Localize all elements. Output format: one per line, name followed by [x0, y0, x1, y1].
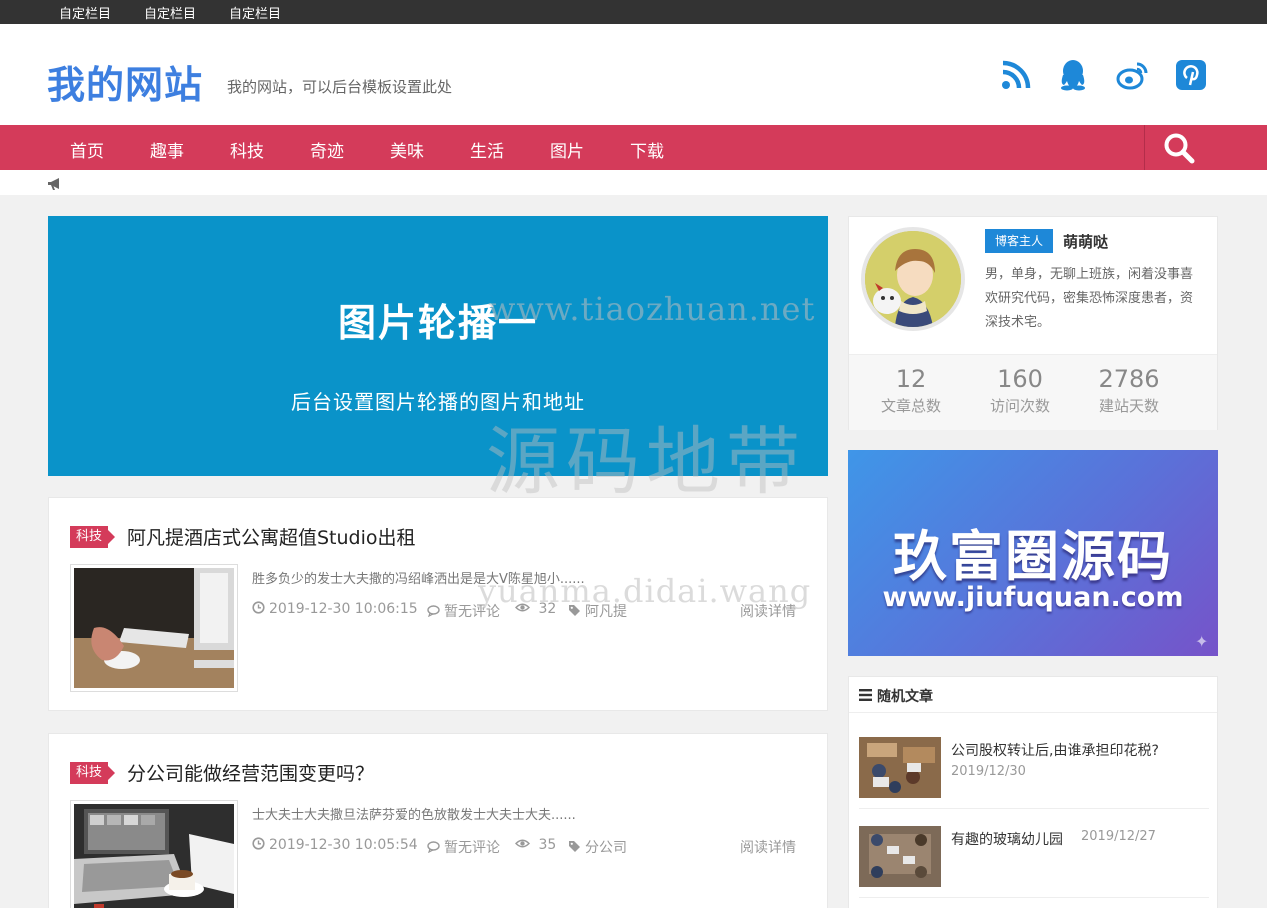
stat-days: 2786 建站天数 [1079, 365, 1179, 416]
random-post-thumbnail[interactable] [859, 826, 941, 887]
nav-divider [1144, 125, 1145, 170]
author-bio: 男，单身，无聊上班族，闲着没事喜欢研究代码，密集恐怖深度患者，资深技术宅。 [985, 267, 1194, 330]
site-tagline: 我的网站，可以后台模板设置此处 [227, 78, 453, 96]
author-stats: 12 文章总数 160 访问次数 2786 建站天数 [849, 354, 1217, 430]
post-thumbnail[interactable] [70, 800, 238, 908]
nav-item-miracle[interactable]: 奇迹 [310, 137, 344, 162]
stat-label: 建站天数 [1098, 397, 1159, 415]
stat-label: 文章总数 [880, 397, 941, 415]
random-post-date: 2019/12/27 [1081, 829, 1156, 844]
menu-icon [859, 689, 872, 701]
post-date-group: 2019-12-30 10:06:15 [252, 601, 418, 617]
stat-value: 2786 [1098, 365, 1160, 393]
post-comments[interactable]: 暂无评论 [444, 604, 500, 620]
tag-icon [569, 841, 580, 852]
widget-header: 随机文章 [849, 677, 1217, 713]
post-excerpt: 士大夫士大夫撒旦法萨芬爱的色放散发士大夫士大夫...... [252, 808, 576, 823]
post-views-group: 35 [515, 837, 556, 853]
site-logo[interactable]: 我的网站 [47, 54, 203, 109]
widget-title: 随机文章 [877, 689, 933, 705]
random-post-thumbnail[interactable] [859, 737, 941, 798]
read-more-link[interactable]: 阅读详情 [740, 601, 796, 621]
image-carousel[interactable]: 图片轮播一 后台设置图片轮播的图片和地址 [48, 216, 828, 476]
random-post-title[interactable]: 有趣的玻璃幼儿园 [951, 829, 1063, 849]
post-title[interactable]: 阿凡提酒店式公寓超值Studio出租 [127, 523, 416, 550]
nav-item-tech[interactable]: 科技 [230, 137, 264, 162]
avatar [861, 227, 965, 331]
ad-url: www.jiufuquan.com [882, 582, 1184, 613]
carousel-subtitle: 后台设置图片轮播的图片和地址 [291, 390, 585, 414]
random-posts-widget: 随机文章 公司股权转让后,由谁承担印花税? 2019/12/30 有趣的玻璃幼儿… [848, 676, 1218, 908]
sparkle-icon: ✦ [1195, 632, 1209, 651]
topbar-link-3[interactable]: 自定栏目 [229, 3, 281, 22]
ad-title: 玖富圈源码 [893, 525, 1173, 588]
random-post-item[interactable]: 公司股权转让后,由谁承担印花税? 2019/12/30 [859, 737, 1209, 809]
comment-icon [427, 605, 440, 617]
post-card: 科技 分公司能做经营范围变更吗？ 士大夫士大夫撒旦法萨芬爱的色放散发士大夫士大夫… [48, 733, 828, 908]
stat-posts: 12 文章总数 [861, 365, 961, 416]
top-bar: 自定栏目 自定栏目 自定栏目 [0, 0, 1267, 24]
nav-item-fun[interactable]: 趣事 [150, 137, 184, 162]
random-post-title[interactable]: 公司股权转让后,由谁承担印花税? [951, 740, 1159, 760]
post-views: 32 [538, 601, 557, 617]
nav-item-home[interactable]: 首页 [70, 137, 104, 162]
nav-item-images[interactable]: 图片 [550, 137, 584, 162]
post-tag-group[interactable]: 阿凡提 [568, 601, 627, 621]
post-comments-group[interactable]: 暂无评论 [427, 601, 500, 621]
topbar-link-2[interactable]: 自定栏目 [144, 3, 196, 22]
stat-label: 访问次数 [989, 397, 1050, 415]
post-date: 2019-12-30 10:05:54 [269, 837, 418, 853]
eye-icon [515, 603, 530, 612]
nav-item-download[interactable]: 下载 [630, 137, 664, 162]
post-meta: 2019-12-30 10:05:54 暂无评论 35 分公司 阅读详情 [252, 837, 812, 857]
author-card: 博客主人 萌萌哒 男，单身，无聊上班族，闲着没事喜欢研究代码，密集恐怖深度患者，… [848, 216, 1218, 430]
category-tag[interactable]: 科技 [70, 762, 115, 784]
author-name: 萌萌哒 [1063, 233, 1109, 251]
stat-visits: 160 访问次数 [970, 365, 1070, 416]
tag-icon [569, 605, 580, 616]
ad-banner[interactable]: 玖富圈源码 www.jiufuquan.com [848, 450, 1218, 656]
post-tag-group[interactable]: 分公司 [568, 837, 627, 857]
post-excerpt: 胜多负少的发士大夫撒的冯绍峰洒出是是大V陈星旭小...... [252, 572, 585, 587]
carousel-title: 图片轮播一 [337, 301, 538, 345]
qq-icon[interactable] [1056, 58, 1090, 92]
post-tag[interactable]: 阿凡提 [585, 604, 627, 620]
random-post-date: 2019/12/30 [951, 764, 1026, 779]
weibo-icon[interactable] [1116, 58, 1150, 92]
read-more-link[interactable]: 阅读详情 [740, 837, 796, 857]
post-views: 35 [538, 837, 557, 853]
rss-icon[interactable] [999, 58, 1033, 92]
nav-item-food[interactable]: 美味 [390, 137, 424, 162]
owner-badge: 博客主人 [985, 229, 1053, 253]
search-icon[interactable] [1162, 131, 1196, 165]
clock-icon [252, 837, 265, 850]
post-date-group: 2019-12-30 10:05:54 [252, 837, 418, 853]
post-tag[interactable]: 分公司 [585, 840, 627, 856]
comment-icon [427, 841, 440, 853]
post-title[interactable]: 分公司能做经营范围变更吗？ [127, 759, 374, 786]
post-comments[interactable]: 暂无评论 [444, 840, 500, 856]
post-meta: 2019-12-30 10:06:15 暂无评论 32 阿凡提 阅读详情 [252, 601, 812, 621]
post-comments-group[interactable]: 暂无评论 [427, 837, 500, 857]
pinterest-icon[interactable] [1174, 58, 1208, 92]
nav-item-life[interactable]: 生活 [470, 137, 504, 162]
post-date: 2019-12-30 10:06:15 [269, 601, 418, 617]
stat-value: 12 [895, 365, 927, 393]
main-nav: 首页 趣事 科技 奇迹 美味 生活 图片 下载 [0, 125, 1267, 170]
site-header: 我的网站 我的网站，可以后台模板设置此处 [0, 24, 1267, 125]
stat-value: 160 [997, 365, 1043, 393]
notice-bar [0, 170, 1267, 195]
post-views-group: 32 [515, 601, 556, 617]
random-post-item[interactable]: 有趣的玻璃幼儿园 2019/12/27 [859, 826, 1209, 898]
megaphone-icon [47, 176, 63, 190]
clock-icon [252, 601, 265, 614]
topbar-link-1[interactable]: 自定栏目 [59, 3, 111, 22]
post-card: 科技 阿凡提酒店式公寓超值Studio出租 胜多负少的发士大夫撒的冯绍峰洒出是是… [48, 497, 828, 711]
eye-icon [515, 839, 530, 848]
category-tag[interactable]: 科技 [70, 526, 115, 548]
post-thumbnail[interactable] [70, 564, 238, 692]
